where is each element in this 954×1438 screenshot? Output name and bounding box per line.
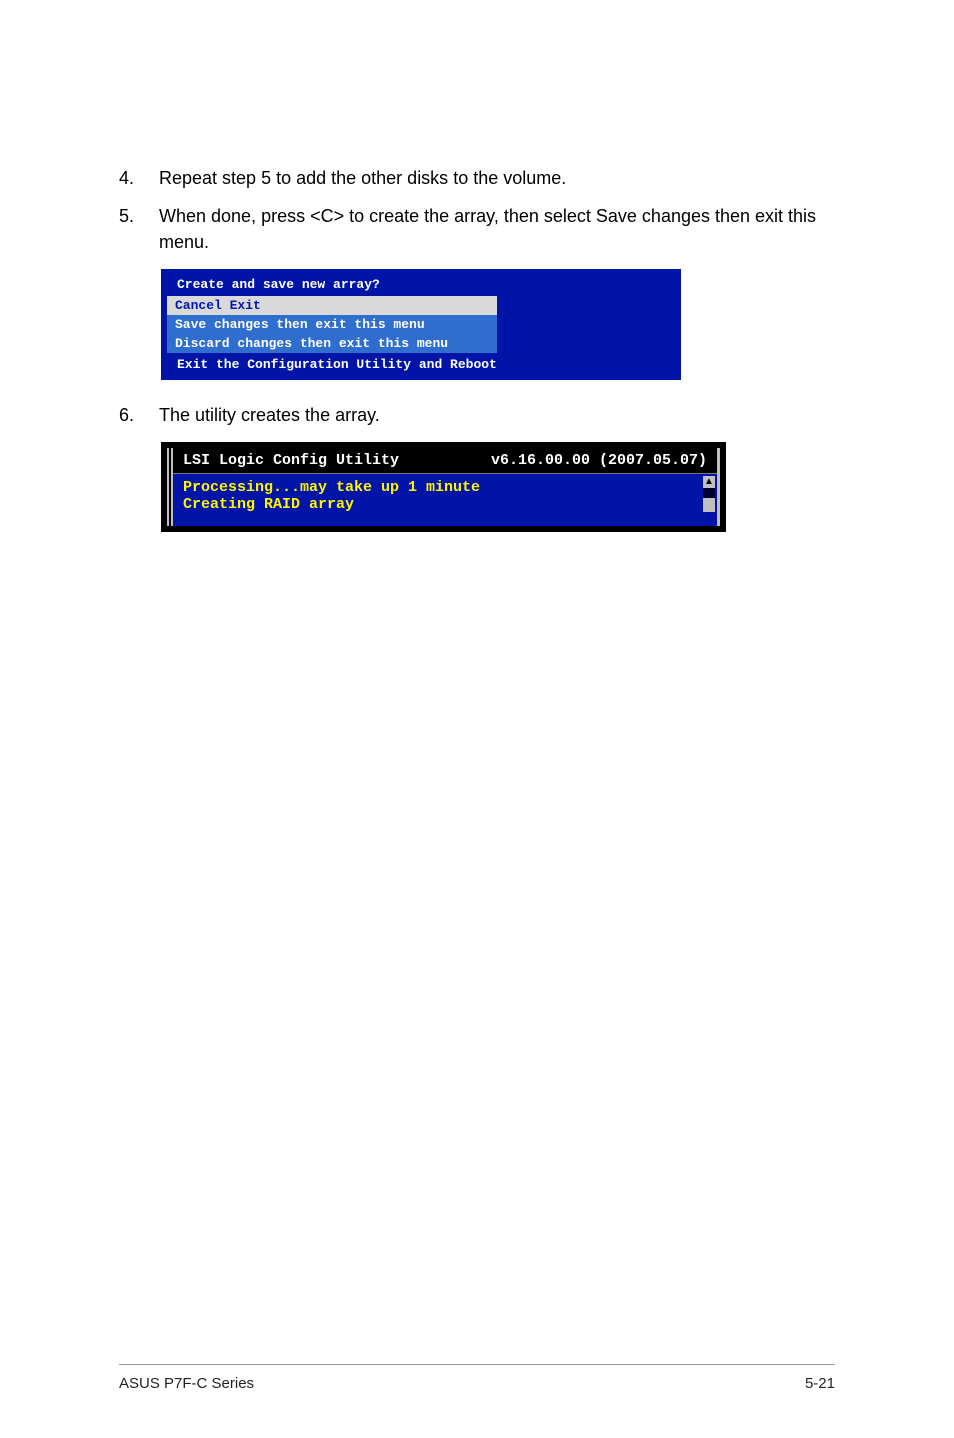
step-number: 5.: [119, 203, 159, 255]
menu-items: Cancel Exit Save changes then exit this …: [167, 296, 675, 353]
footer-page-number: 5-21: [805, 1375, 835, 1392]
terminal-status-line-1: Processing...may take up 1 minute: [183, 480, 709, 497]
terminal-version: v6.16.00.00 (2007.05.07): [491, 452, 707, 469]
step-number: 4.: [119, 165, 159, 191]
terminal-title: LSI Logic Config Utility: [183, 452, 399, 469]
step-4: 4. Repeat step 5 to add the other disks …: [119, 165, 835, 191]
footer-product: ASUS P7F-C Series: [119, 1375, 254, 1392]
menu-item-save-exit[interactable]: Save changes then exit this menu: [167, 315, 497, 334]
step-text: Repeat step 5 to add the other disks to …: [159, 165, 835, 191]
step-5: 5. When done, press <C> to create the ar…: [119, 203, 835, 255]
save-array-menu: Create and save new array? Cancel Exit S…: [161, 269, 681, 380]
menu-item-cancel-exit[interactable]: Cancel Exit: [167, 296, 497, 315]
scroll-track-segment: [703, 488, 715, 498]
menu-item-discard-exit[interactable]: Discard changes then exit this menu: [167, 334, 497, 353]
menu-footer: Exit the Configuration Utility and Reboo…: [167, 353, 675, 374]
menu-title: Create and save new array?: [167, 273, 675, 296]
step-6: 6. The utility creates the array.: [119, 402, 835, 428]
scroll-up-icon[interactable]: ▲: [703, 476, 715, 488]
scrollbar[interactable]: ▲: [703, 476, 715, 512]
page-footer: ASUS P7F-C Series 5-21: [119, 1364, 835, 1392]
scroll-thumb[interactable]: [703, 498, 715, 512]
step-number: 6.: [119, 402, 159, 428]
terminal-screenshot: LSI Logic Config Utility v6.16.00.00 (20…: [161, 442, 726, 532]
terminal-body: Processing...may take up 1 minute Creati…: [173, 474, 717, 526]
terminal-status-line-2: Creating RAID array: [183, 497, 709, 514]
step-text: The utility creates the array.: [159, 402, 835, 428]
terminal-header: LSI Logic Config Utility v6.16.00.00 (20…: [173, 448, 717, 474]
step-text: When done, press <C> to create the array…: [159, 203, 835, 255]
